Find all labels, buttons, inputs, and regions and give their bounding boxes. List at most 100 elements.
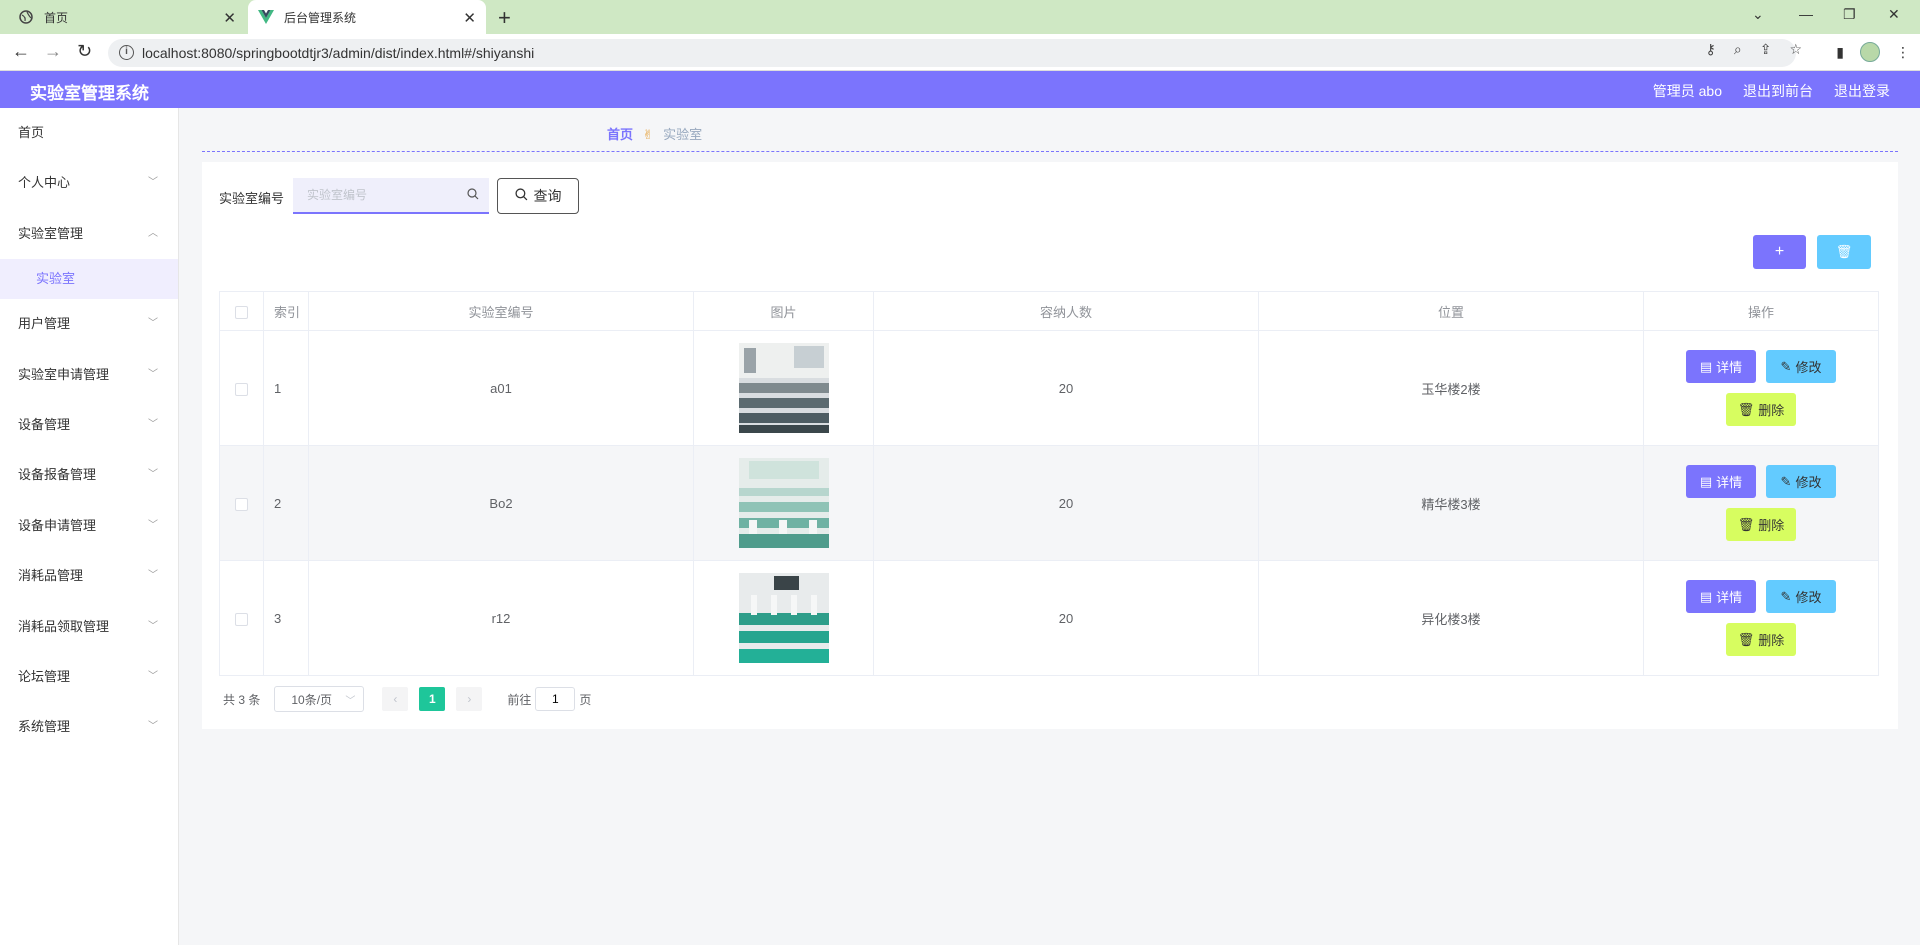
logout-link[interactable]: 退出登录: [1834, 81, 1890, 101]
add-button[interactable]: +: [1753, 235, 1806, 269]
sidebar-item-home[interactable]: 首页: [0, 108, 178, 158]
row-location: 异化楼3楼: [1258, 560, 1644, 676]
sidebar-item-lab-management[interactable]: 实验室管理 ︿: [0, 209, 178, 259]
pencil-icon: ✎: [1780, 588, 1792, 604]
chevron-down-icon: ﹀: [148, 670, 158, 682]
sidebar-item-label: 个人中心: [18, 175, 71, 191]
new-tab-button[interactable]: +: [498, 5, 511, 31]
edit-button[interactable]: ✎ 修改: [1766, 465, 1836, 498]
row-checkbox[interactable]: [235, 382, 248, 396]
share-icon[interactable]: ⇪: [1760, 41, 1772, 58]
chevron-down-icon: ﹀: [148, 368, 158, 380]
lab-photo-image[interactable]: [738, 573, 829, 663]
sidebar-subitem-lab[interactable]: 实验室: [0, 259, 178, 300]
row-code: a01: [308, 330, 694, 446]
menu-dots-icon[interactable]: ⋮: [1896, 44, 1910, 61]
browser-tab-home[interactable]: 首页 ✕: [8, 0, 246, 34]
sidebar-item-user-management[interactable]: 用户管理 ﹀: [0, 299, 178, 349]
detail-button[interactable]: ▤ 详情: [1686, 350, 1756, 383]
detail-label: 详情: [1716, 360, 1743, 375]
search-icon: [514, 188, 528, 204]
tab-title: 首页: [44, 10, 69, 25]
delete-label: 删除: [1758, 403, 1785, 418]
restore-icon[interactable]: ❐: [1843, 6, 1856, 23]
row-index: 3: [263, 560, 309, 676]
pencil-icon: ✎: [1780, 358, 1792, 374]
lab-photo-image[interactable]: [738, 458, 829, 548]
delete-button[interactable]: 🗑 删除: [1726, 393, 1796, 426]
address-bar[interactable]: i localhost:8080/springbootdtjr3/admin/d…: [108, 39, 1796, 67]
table-header-row: 索引 实验室编号 图片 容纳人数 位置 操作: [219, 291, 1879, 331]
row-actions: ▤ 详情 ✎ 修改 🗑 删除: [1643, 560, 1879, 676]
goto-prefix: 前往: [507, 692, 532, 707]
chevron-down-icon: ﹀: [148, 519, 158, 531]
exit-to-front-link[interactable]: 退出到前台: [1743, 81, 1813, 101]
sidebar-item-forum[interactable]: 论坛管理 ﹀: [0, 652, 178, 702]
sidebar-item-consumable-pickup[interactable]: 消耗品领取管理 ﹀: [0, 602, 178, 652]
site-info-icon[interactable]: i: [119, 45, 134, 60]
lab-photo-image[interactable]: [738, 343, 829, 433]
reload-icon[interactable]: ↻: [77, 41, 92, 62]
row-image-cell: [693, 445, 874, 561]
column-header-index: 索引: [263, 291, 309, 331]
delete-label: 删除: [1758, 633, 1785, 648]
chevron-down-icon: ﹀: [148, 570, 158, 582]
page-size-select[interactable]: 10条/页 ﹀: [274, 686, 365, 712]
detail-button[interactable]: ▤ 详情: [1686, 580, 1756, 613]
table-row: 3 r12 20 异化楼3楼 ▤ 详情 ✎ 修改 🗑 删除: [219, 560, 1879, 676]
page-number-current[interactable]: 1: [419, 687, 446, 711]
browser-tab-bar: 首页 ✕ 后台管理系统 ✕ + ⌄ — ❐ ✕: [0, 0, 1920, 34]
bookmark-star-icon[interactable]: ☆: [1789, 41, 1802, 58]
side-panel-icon[interactable]: ▮: [1836, 44, 1844, 61]
row-index: 2: [263, 445, 309, 561]
document-icon: ▤: [1699, 588, 1713, 604]
sidebar-item-equipment-application[interactable]: 设备申请管理 ﹀: [0, 501, 178, 551]
chevron-down-icon: ﹀: [148, 721, 158, 733]
row-select-cell: [219, 560, 264, 676]
row-location: 精华楼3楼: [1258, 445, 1644, 561]
browser-tab-admin[interactable]: 后台管理系统 ✕: [248, 0, 486, 34]
delete-button[interactable]: 🗑 删除: [1726, 508, 1796, 541]
sidebar-item-consumables[interactable]: 消耗品管理 ﹀: [0, 551, 178, 601]
zoom-icon[interactable]: ⌕: [1734, 41, 1742, 58]
sidebar-item-equipment[interactable]: 设备管理 ﹀: [0, 400, 178, 450]
row-location: 玉华楼2楼: [1258, 330, 1644, 446]
sidebar-item-equipment-report[interactable]: 设备报备管理 ﹀: [0, 450, 178, 500]
close-window-icon[interactable]: ✕: [1888, 6, 1900, 23]
edit-button[interactable]: ✎ 修改: [1766, 580, 1836, 613]
sidebar-item-lab-application[interactable]: 实验室申请管理 ﹀: [0, 350, 178, 400]
edit-label: 修改: [1795, 475, 1822, 490]
select-all-checkbox[interactable]: [235, 305, 248, 319]
edit-button[interactable]: ✎ 修改: [1766, 350, 1836, 383]
close-tab-icon[interactable]: ✕: [463, 9, 476, 27]
row-checkbox[interactable]: [235, 497, 248, 511]
chevron-down-icon: ﹀: [345, 696, 356, 707]
close-tab-icon[interactable]: ✕: [223, 9, 236, 27]
column-header-actions: 操作: [1643, 291, 1879, 331]
search-input[interactable]: [293, 178, 489, 212]
row-checkbox[interactable]: [235, 612, 248, 626]
delete-button[interactable]: 🗑 删除: [1726, 623, 1796, 656]
key-icon[interactable]: ⚷: [1706, 41, 1716, 58]
detail-button[interactable]: ▤ 详情: [1686, 465, 1756, 498]
sidebar-item-system[interactable]: 系统管理 ﹀: [0, 702, 178, 752]
minimize-icon[interactable]: —: [1799, 6, 1813, 22]
search-label: 实验室编号: [219, 191, 285, 206]
edit-label: 修改: [1795, 590, 1822, 605]
goto-page-input[interactable]: [535, 687, 576, 711]
edit-label: 修改: [1795, 360, 1822, 375]
table-row: 2 Bo2 20 精华楼3楼 ▤ 详情 ✎ 修改 🗑 删除: [219, 445, 1879, 561]
forward-icon[interactable]: →: [44, 41, 62, 62]
query-button[interactable]: 查询: [497, 178, 579, 214]
delete-label: 删除: [1758, 518, 1785, 533]
batch-delete-button[interactable]: 🗑: [1817, 235, 1871, 269]
next-page-button[interactable]: ›: [456, 687, 483, 711]
prev-page-button[interactable]: ‹: [382, 687, 409, 711]
row-index: 1: [263, 330, 309, 446]
sidebar-item-personal-center[interactable]: 个人中心 ﹀: [0, 158, 178, 208]
back-icon[interactable]: ←: [12, 41, 30, 62]
tab-search-icon[interactable]: ⌄: [1752, 6, 1764, 23]
row-code: Bo2: [308, 445, 694, 561]
breadcrumb-home[interactable]: 首页: [607, 127, 633, 142]
profile-avatar-icon[interactable]: [1860, 42, 1880, 62]
